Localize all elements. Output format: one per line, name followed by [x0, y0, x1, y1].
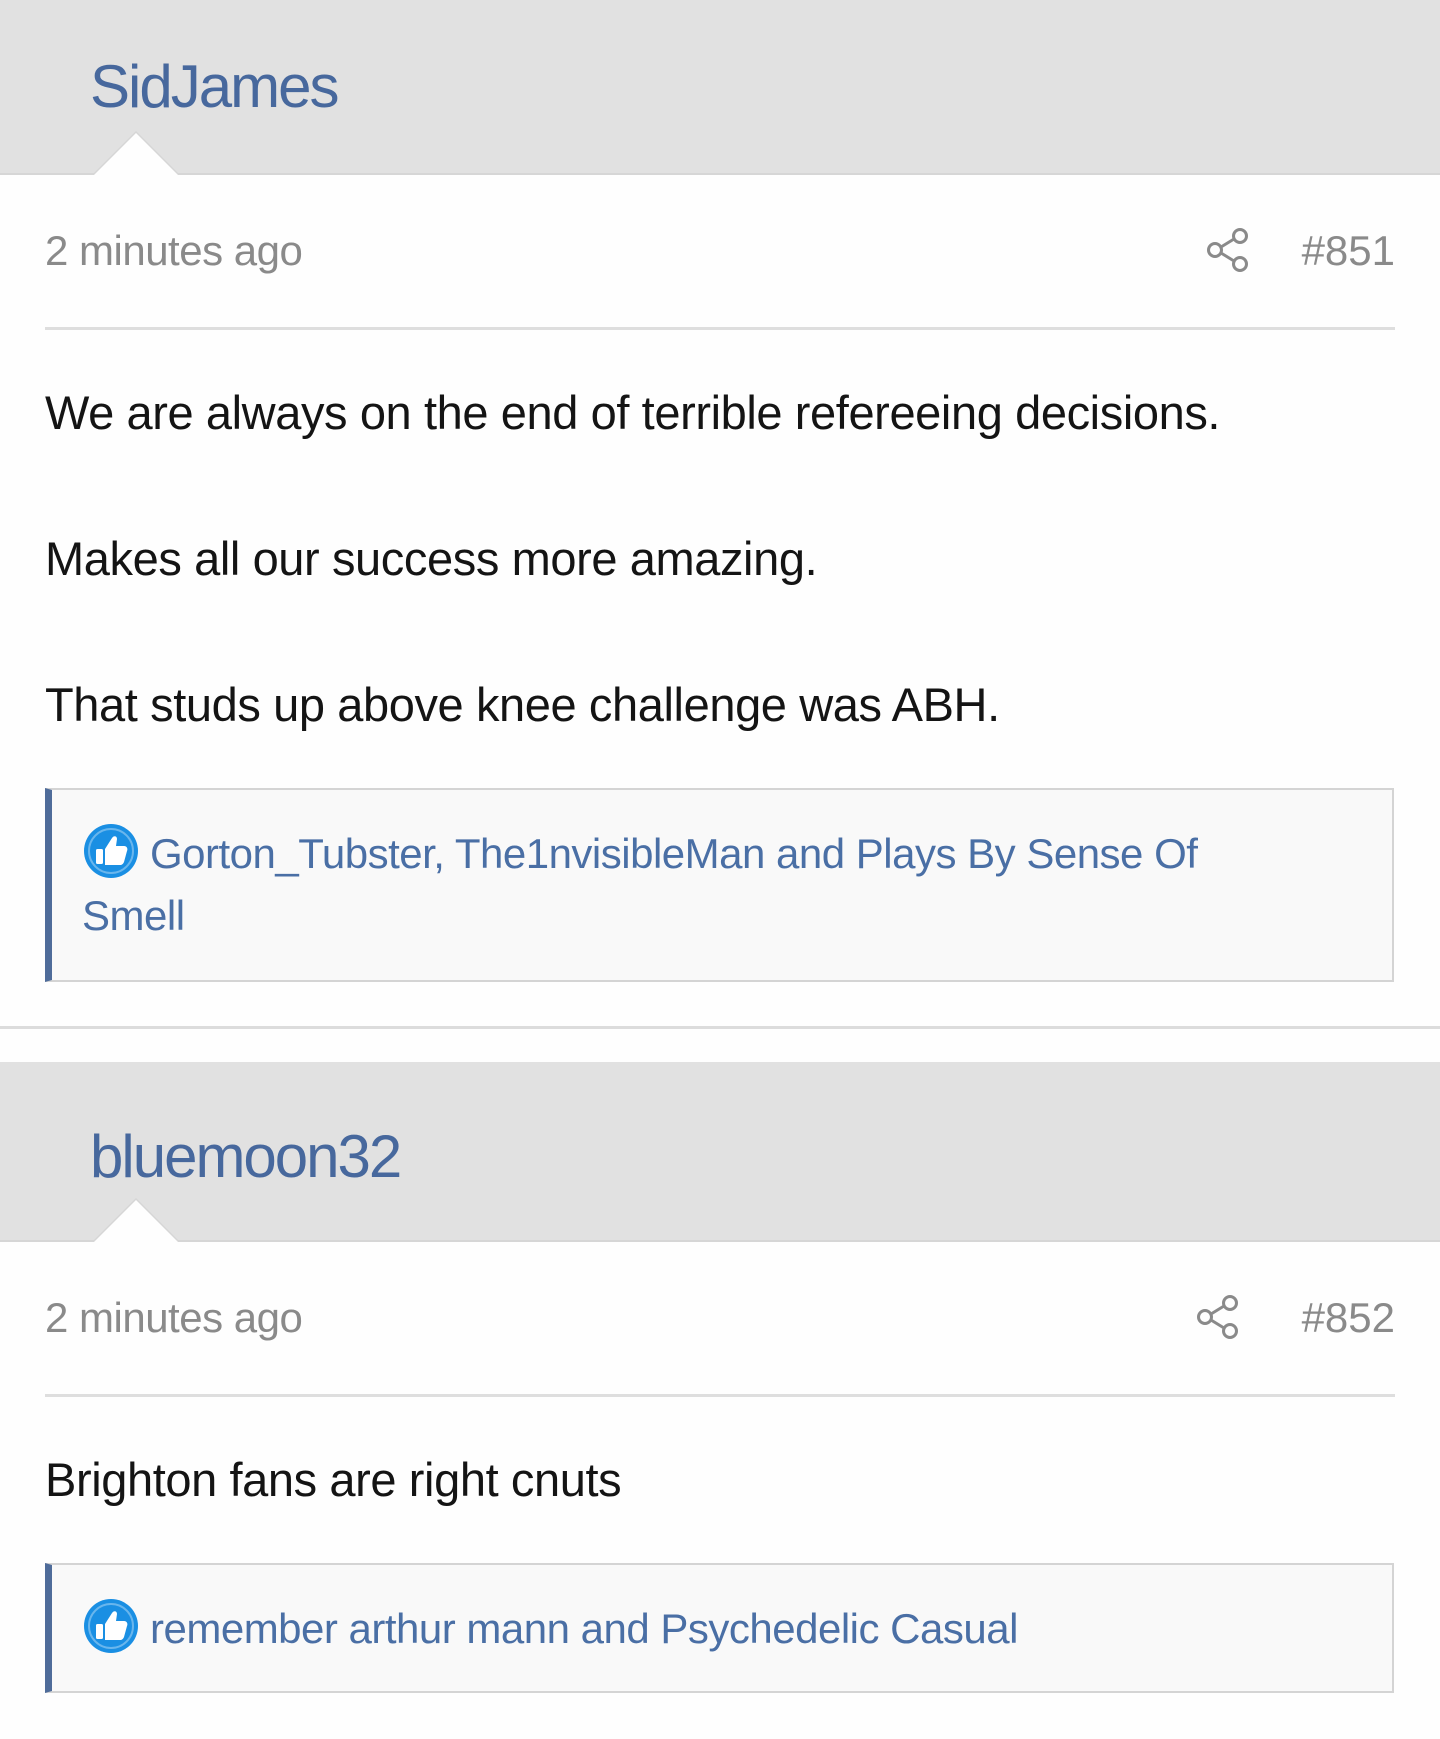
message-paragraph: Brighton fans are right cnuts — [45, 1453, 622, 1506]
likes-names[interactable]: Gorton_Tubster, The1nvisibleMan and Play… — [82, 830, 1198, 939]
thumbs-up-icon — [84, 1599, 138, 1653]
user-header: bluemoon32 — [0, 1062, 1440, 1242]
share-icon[interactable] — [1206, 227, 1250, 273]
share-icon[interactable] — [1196, 1294, 1240, 1340]
post: bluemoon32 2 minutes ago #852 Brighton f… — [0, 1062, 1440, 1693]
message-paragraph: Makes all our success more amazing. — [45, 532, 818, 585]
likes-summary: Gorton_Tubster, The1nvisibleMan and Play… — [45, 788, 1394, 982]
header-arrow — [94, 133, 178, 175]
thumbs-up-icon — [84, 824, 138, 878]
post-separator — [0, 1026, 1440, 1062]
header-arrow — [94, 1200, 178, 1242]
likes-summary: remember arthur mann and Psychedelic Cas… — [45, 1563, 1394, 1693]
username-link[interactable]: bluemoon32 — [90, 1122, 402, 1192]
post: SidJames 2 minutes ago #851 We are alway… — [0, 0, 1440, 982]
user-header: SidJames — [0, 0, 1440, 175]
post-meta: 2 minutes ago #852 — [45, 1242, 1395, 1397]
post-meta: 2 minutes ago #851 — [45, 175, 1395, 330]
post-timestamp[interactable]: 2 minutes ago — [45, 227, 303, 275]
post-timestamp[interactable]: 2 minutes ago — [45, 1294, 303, 1342]
message-paragraph: That studs up above knee challenge was A… — [45, 678, 1000, 731]
post-permalink[interactable]: #851 — [1302, 227, 1395, 275]
post-message: We are always on the end of terrible ref… — [45, 330, 1395, 736]
post-permalink[interactable]: #852 — [1302, 1294, 1395, 1342]
likes-names[interactable]: remember arthur mann and Psychedelic Cas… — [150, 1605, 1128, 1652]
message-paragraph: We are always on the end of terrible ref… — [45, 386, 1221, 439]
post-message: Brighton fans are right cnuts — [45, 1397, 1395, 1511]
username-link[interactable]: SidJames — [90, 52, 339, 122]
